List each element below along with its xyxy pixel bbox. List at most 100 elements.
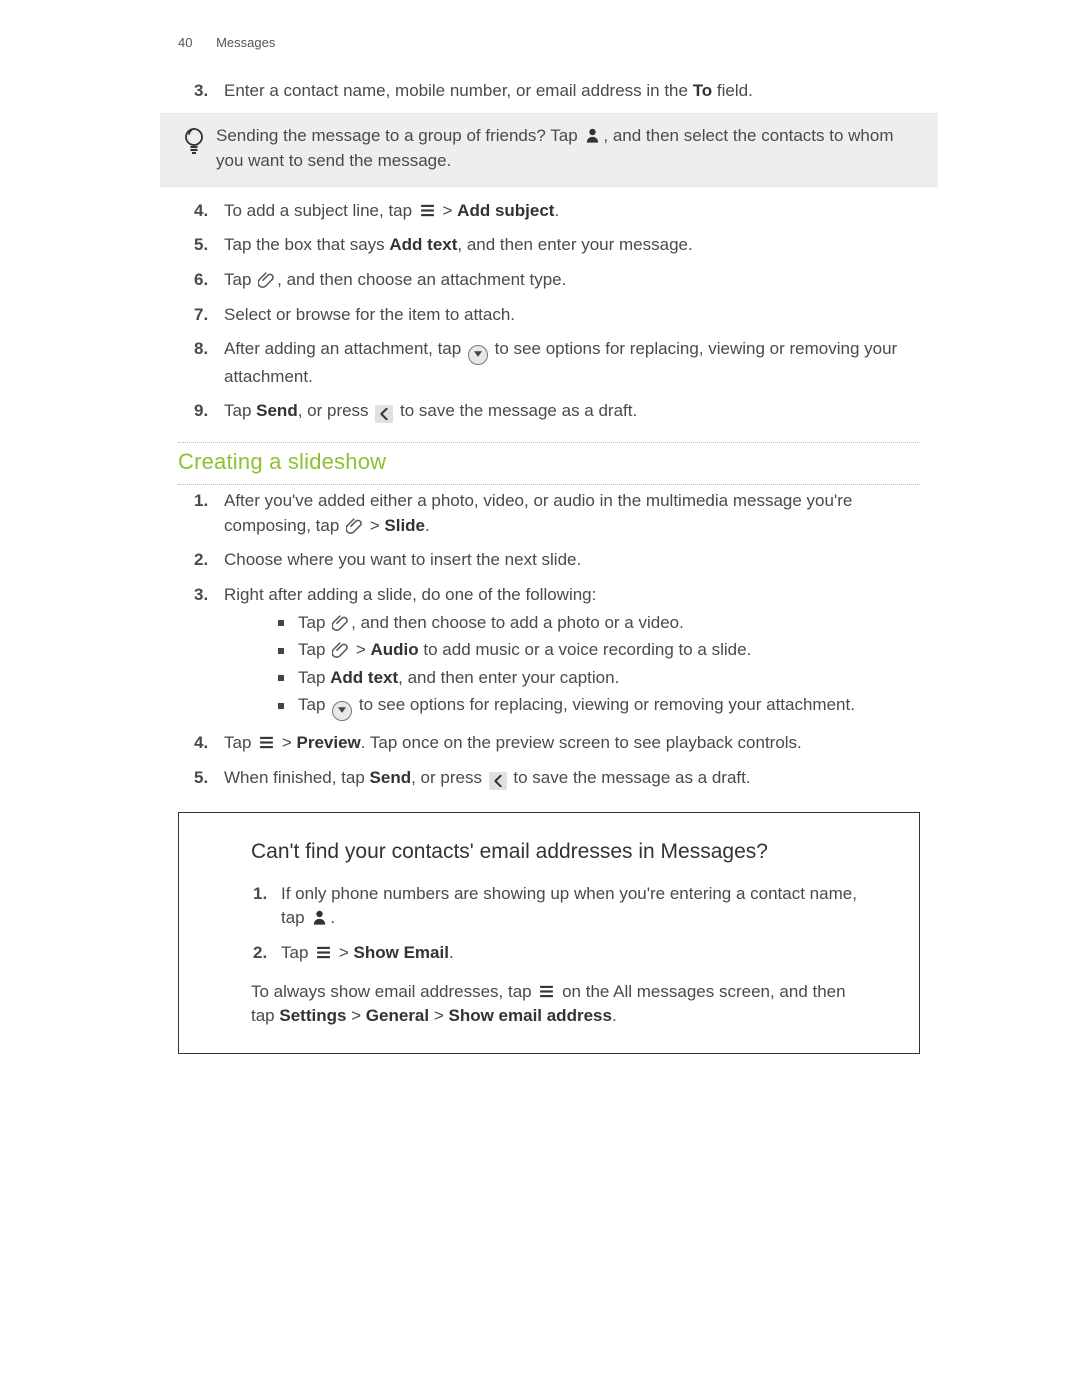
person-icon <box>311 909 328 926</box>
step-text: Tap <box>224 270 256 289</box>
step-number: 4. <box>194 731 208 756</box>
label-send: Send <box>256 401 298 420</box>
slide-step-1: 1. After you've added either a photo, vi… <box>178 489 920 538</box>
sep: > <box>438 201 457 220</box>
faq-step-1: 1. If only phone numbers are showing up … <box>251 882 857 931</box>
step-number: 2. <box>194 548 208 573</box>
paperclip-icon <box>332 614 349 631</box>
bullet-item: Tap Add text, and then enter your captio… <box>278 666 920 691</box>
menu-icon <box>538 983 555 1000</box>
step-number: 5. <box>194 233 208 258</box>
step-text: , and then enter your message. <box>457 235 692 254</box>
step-number: 6. <box>194 268 208 293</box>
step-text: Tap the box that says <box>224 235 389 254</box>
bullet-text: Tap <box>298 613 330 632</box>
step-text: . <box>425 516 430 535</box>
bullet-item: Tap > Audio to add music or a voice reco… <box>278 638 920 663</box>
step-text: Tap <box>224 733 256 752</box>
paperclip-icon <box>258 271 275 288</box>
label-add-text: Add text <box>389 235 457 254</box>
dropdown-icon <box>332 701 352 721</box>
page-header: 40 Messages <box>0 34 1080 53</box>
step-text: . <box>330 908 335 927</box>
step-text: , or press <box>411 768 487 787</box>
label-to: To <box>693 81 713 100</box>
lightbulb-icon <box>182 126 206 156</box>
step-text: to save the message as a draft. <box>509 768 751 787</box>
step-number: 3. <box>194 79 208 104</box>
step-3: 3. Enter a contact name, mobile number, … <box>178 79 920 104</box>
text: . <box>612 1006 617 1025</box>
step-6: 6. Tap , and then choose an attachment t… <box>178 268 920 293</box>
bullet-item: Tap to see options for replacing, viewin… <box>278 693 920 721</box>
sep: > <box>429 1006 448 1025</box>
bullet-text: Tap <box>298 668 330 687</box>
step-number: 3. <box>194 583 208 608</box>
text: To always show email addresses, tap <box>251 982 536 1001</box>
step-text: To add a subject line, tap <box>224 201 417 220</box>
step-number: 1. <box>194 489 208 514</box>
sep: > <box>346 1006 365 1025</box>
faq-title: Can't find your contacts' email addresse… <box>251 837 857 867</box>
section-title: Messages <box>216 35 275 50</box>
label-slide: Slide <box>384 516 425 535</box>
faq-step-2: 2. Tap > Show Email. <box>251 941 857 966</box>
step-4: 4. To add a subject line, tap > Add subj… <box>178 199 920 224</box>
slide-step-4: 4. Tap > Preview. Tap once on the previe… <box>178 731 920 756</box>
step-text: After you've added either a photo, video… <box>224 491 852 535</box>
step-number: 8. <box>194 337 208 362</box>
person-icon <box>584 127 601 144</box>
step-text: Choose where you want to insert the next… <box>224 550 581 569</box>
faq-box: Can't find your contacts' email addresse… <box>178 812 920 1054</box>
bullet-text: , and then enter your caption. <box>398 668 619 687</box>
label-send: Send <box>370 768 412 787</box>
label-settings: Settings <box>279 1006 346 1025</box>
step-text: . <box>554 201 559 220</box>
step-number: 4. <box>194 199 208 224</box>
step-8: 8. After adding an attachment, tap to se… <box>178 337 920 389</box>
tip-callout: Sending the message to a group of friend… <box>160 113 938 186</box>
back-icon <box>489 772 507 790</box>
label-general: General <box>366 1006 429 1025</box>
step-text: When finished, tap <box>224 768 370 787</box>
step-text: After adding an attachment, tap <box>224 339 466 358</box>
step-7: 7. Select or browse for the item to atta… <box>178 303 920 328</box>
label-show-email-address: Show email address <box>448 1006 611 1025</box>
slide-step-3: 3. Right after adding a slide, do one of… <box>178 583 920 721</box>
step-number: 1. <box>253 882 267 907</box>
label-add-text: Add text <box>330 668 398 687</box>
label-audio: Audio <box>371 640 419 659</box>
bullet-text: to see options for replacing, viewing or… <box>354 695 855 714</box>
menu-icon <box>315 944 332 961</box>
paperclip-icon <box>346 517 363 534</box>
step-text: Select or browse for the item to attach. <box>224 305 515 324</box>
step-text: Tap <box>281 943 313 962</box>
faq-footer: To always show email addresses, tap on t… <box>251 980 857 1029</box>
label-add-subject: Add subject <box>457 201 554 220</box>
step-text: , and then choose an attachment type. <box>277 270 566 289</box>
bullet-text: to add music or a voice recording to a s… <box>419 640 752 659</box>
page: 40 Messages 3. Enter a contact name, mob… <box>0 0 1080 1397</box>
paperclip-icon <box>332 641 349 658</box>
step-9: 9. Tap Send, or press to save the messag… <box>178 399 920 424</box>
label-show-email: Show Email <box>354 943 449 962</box>
page-number: 40 <box>178 35 192 50</box>
dropdown-icon <box>468 345 488 365</box>
bullet-text: , and then choose to add a photo or a vi… <box>351 613 684 632</box>
label-preview: Preview <box>297 733 361 752</box>
bullet-item: Tap , and then choose to add a photo or … <box>278 611 920 636</box>
step-text: to save the message as a draft. <box>395 401 637 420</box>
slide-step-5: 5. When finished, tap Send, or press to … <box>178 766 920 791</box>
step-number: 2. <box>253 941 267 966</box>
bullet-text: Tap <box>298 695 330 714</box>
step-text: Enter a contact name, mobile number, or … <box>224 81 693 100</box>
step-number: 5. <box>194 766 208 791</box>
sep: > <box>277 733 296 752</box>
step-text: Tap <box>224 401 256 420</box>
sep: > <box>334 943 353 962</box>
step-text: field. <box>712 81 753 100</box>
step-text: . <box>449 943 454 962</box>
bullet-text: Tap <box>298 640 330 659</box>
sep: > <box>365 516 384 535</box>
tip-text: Sending the message to a group of friend… <box>216 126 582 145</box>
